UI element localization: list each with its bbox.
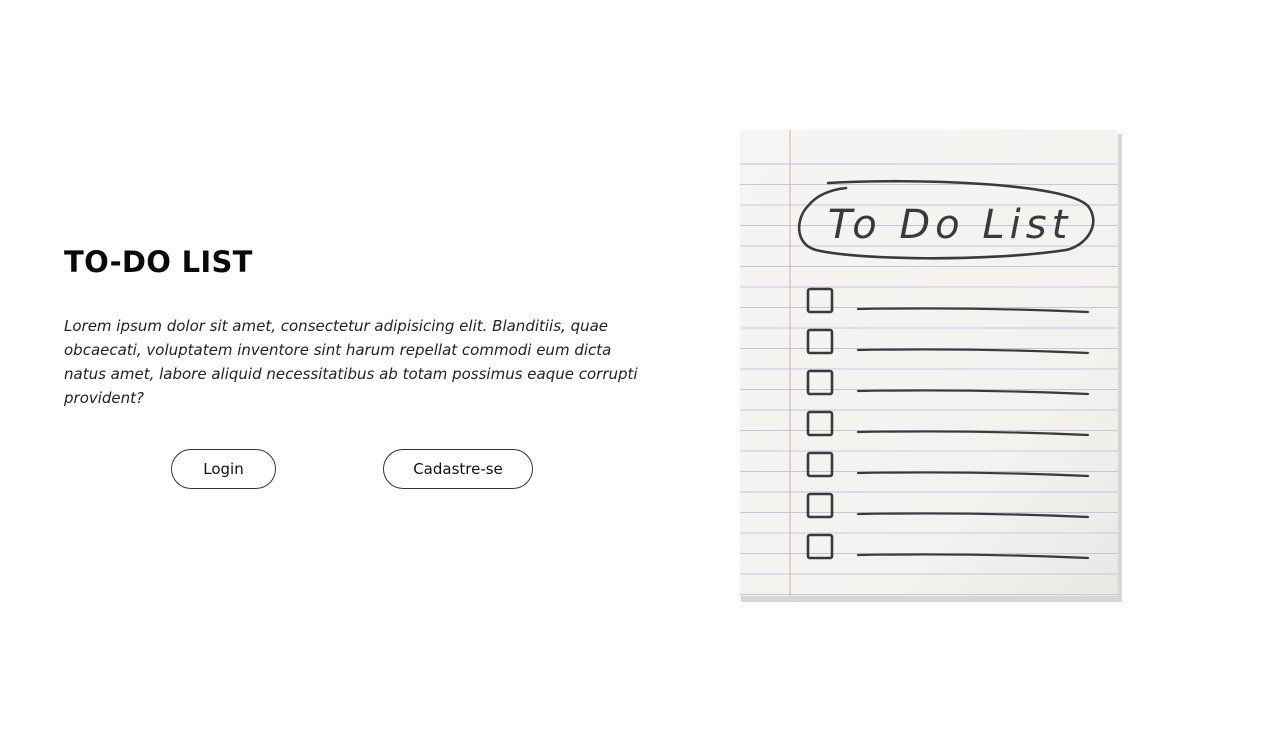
notebook-heading: To Do List <box>828 202 1073 248</box>
page-title: TO-DO LIST <box>64 245 253 279</box>
paper-sheet <box>740 130 1118 596</box>
hero-section: TO-DO LIST Lorem ipsum dolor sit amet, c… <box>64 240 664 410</box>
hero-description: Lorem ipsum dolor sit amet, consectetur … <box>64 317 638 407</box>
signup-button[interactable]: Cadastre-se <box>383 449 533 489</box>
todo-notebook-illustration: To Do List <box>736 126 1126 608</box>
login-button[interactable]: Login <box>171 449 276 489</box>
